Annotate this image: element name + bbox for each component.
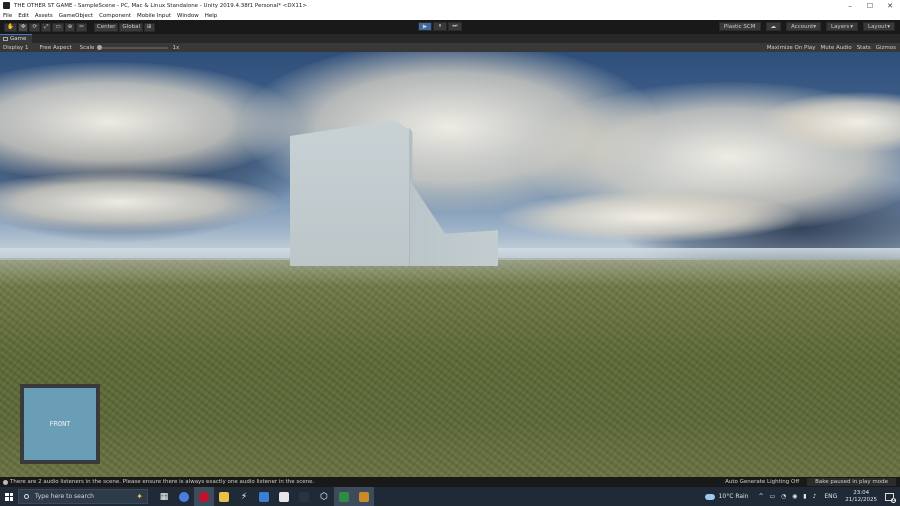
transform-tool-icon[interactable]: ⊕ xyxy=(64,22,76,32)
tab-bar: Game xyxy=(0,34,900,43)
display-dropdown[interactable]: Display 1 xyxy=(0,45,29,51)
cloud-icon[interactable]: ☁ xyxy=(765,22,782,31)
pivot-center-button[interactable]: Center xyxy=(93,22,119,32)
rect-tool-icon[interactable]: ▭ xyxy=(52,22,64,32)
opera-icon[interactable] xyxy=(194,487,214,506)
account-dropdown[interactable]: Account ▾ xyxy=(786,22,821,31)
windows-logo-icon xyxy=(5,492,13,501)
chevron-down-icon: ▾ xyxy=(887,23,890,30)
game-view-options: Maximize On Play Mute Audio Stats Gizmos xyxy=(762,45,896,51)
clock-date: 21/12/2025 xyxy=(845,496,877,503)
tab-game-label: Game xyxy=(10,36,27,42)
game-viewport[interactable]: FRONT xyxy=(0,52,900,477)
step-button[interactable]: ⏭ xyxy=(448,22,462,31)
mail-icon[interactable] xyxy=(254,487,274,506)
taskbar-apps: ▦ ⚡ ⬡ xyxy=(154,487,374,506)
game-view-icon xyxy=(3,37,8,41)
weather-cloud-icon xyxy=(704,493,715,500)
menu-mobile-input[interactable]: Mobile Input xyxy=(137,13,171,19)
menu-component[interactable]: Component xyxy=(99,13,131,19)
aspect-dropdown[interactable]: Free Aspect xyxy=(37,45,72,51)
search-placeholder: Type here to search xyxy=(35,493,94,500)
sparkle-icon: ✦ xyxy=(136,492,143,501)
wall-front xyxy=(290,120,410,266)
unity-hub-icon[interactable]: ⬡ xyxy=(314,487,334,506)
visual-studio-icon[interactable] xyxy=(334,487,354,506)
custom-tool-icon[interactable]: ✂ xyxy=(76,22,87,32)
layers-label: Layers xyxy=(831,23,850,30)
menu-help[interactable]: Help xyxy=(205,13,218,19)
scale-value: 1x xyxy=(172,44,180,51)
chrome-icon[interactable] xyxy=(174,487,194,506)
menu-edit[interactable]: Edit xyxy=(18,13,29,19)
play-button[interactable]: ▶ xyxy=(418,22,432,31)
task-view-icon[interactable]: ▦ xyxy=(154,487,174,506)
grass-ground xyxy=(0,260,900,477)
console-message[interactable]: There are 2 audio listeners in the scene… xyxy=(10,479,725,485)
clock-time: 23:04 xyxy=(853,489,870,496)
windows-taskbar: Type here to search ✦ ▦ ⚡ ⬡ 10°C Rain ^ … xyxy=(0,487,900,506)
menu-assets[interactable]: Assets xyxy=(35,13,53,19)
minimize-button[interactable]: – xyxy=(840,2,860,10)
scale-slider[interactable] xyxy=(97,44,169,50)
move-tool-icon[interactable]: ✥ xyxy=(17,22,29,32)
menu-window[interactable]: Window xyxy=(177,13,199,19)
system-tray: 10°C Rain ^ ▭ ◔ ◉ ▮ ♪ ENG 23:04 21/12/20… xyxy=(704,487,900,506)
chevron-down-icon: ▾ xyxy=(813,23,816,30)
search-icon xyxy=(24,494,29,499)
maximize-on-play-toggle[interactable]: Maximize On Play xyxy=(767,45,816,51)
hand-tool-icon[interactable]: ✋ xyxy=(4,22,17,32)
notification-icon[interactable]: 4 xyxy=(885,492,896,503)
scale-slider-handle[interactable] xyxy=(97,44,103,50)
unity-logo-icon xyxy=(3,2,10,9)
menu-bar: File Edit Assets GameObject Component Mo… xyxy=(0,11,900,20)
weather-widget[interactable]: 10°C Rain xyxy=(704,493,749,500)
file-explorer-icon[interactable] xyxy=(214,487,234,506)
toolbar-right: Plastic SCM ☁ Account ▾ Layers ▾ Layout ▾ xyxy=(715,22,896,31)
menu-file[interactable]: File xyxy=(3,13,12,19)
language-indicator[interactable]: ENG xyxy=(824,493,837,500)
plastic-scm-button[interactable]: Plastic SCM xyxy=(718,22,761,31)
bake-status: Bake paused in play mode xyxy=(807,478,896,486)
snap-icon[interactable]: ⊞ xyxy=(143,22,155,32)
stats-toggle[interactable]: Stats xyxy=(857,45,871,51)
close-button[interactable]: ✕ xyxy=(880,2,900,10)
scale-label: Scale xyxy=(79,44,95,51)
zap-app-icon[interactable]: ⚡ xyxy=(234,487,254,506)
hud-label: FRONT xyxy=(24,388,96,460)
menu-gameobject[interactable]: GameObject xyxy=(59,13,93,19)
gizmos-dropdown[interactable]: Gizmos xyxy=(876,45,896,51)
pivot-global-button[interactable]: Global xyxy=(119,22,143,32)
maximize-button[interactable]: ☐ xyxy=(860,2,880,10)
play-controls: ▶ ⏸ ⏭ xyxy=(418,22,463,31)
window-title: THE OTHER ST GAME - SampleScene - PC, Ma… xyxy=(14,2,308,9)
weather-text: 10°C Rain xyxy=(718,493,749,500)
account-label: Account xyxy=(791,23,814,30)
status-bar: There are 2 audio listeners in the scene… xyxy=(0,477,900,487)
tray-icons[interactable]: ^ ▭ ◔ ◉ ▮ ♪ xyxy=(759,493,819,500)
layout-dropdown[interactable]: Layout ▾ xyxy=(863,22,895,31)
layout-label: Layout xyxy=(868,23,887,30)
sky-cloud xyxy=(500,192,800,242)
chevron-down-icon: ▾ xyxy=(850,23,853,30)
main-toolbar: ✋ ✥ ⟳ ⤢ ▭ ⊕ ✂ Center Global ⊞ ▶ ⏸ ⏭ Plas… xyxy=(0,20,900,34)
clock[interactable]: 23:04 21/12/2025 xyxy=(845,490,877,504)
start-button[interactable] xyxy=(0,487,18,506)
layers-dropdown[interactable]: Layers ▾ xyxy=(826,22,858,31)
taskbar-search[interactable]: Type here to search ✦ xyxy=(18,489,148,504)
pause-button[interactable]: ⏸ xyxy=(433,22,447,31)
rotate-tool-icon[interactable]: ⟳ xyxy=(29,22,41,32)
scale-tool-icon[interactable]: ⤢ xyxy=(41,22,52,32)
lighting-status: Auto Generate Lighting Off xyxy=(725,479,800,485)
window-title-bar: THE OTHER ST GAME - SampleScene - PC, Ma… xyxy=(0,0,900,11)
tab-game[interactable]: Game xyxy=(0,34,33,43)
mute-audio-toggle[interactable]: Mute Audio xyxy=(821,45,852,51)
unity-editor-icon[interactable] xyxy=(354,487,374,506)
blank-app-icon[interactable] xyxy=(294,487,314,506)
hud-card[interactable]: FRONT xyxy=(20,384,100,464)
store-icon[interactable] xyxy=(274,487,294,506)
info-icon xyxy=(3,479,8,485)
notification-count: 4 xyxy=(891,497,896,503)
game-view-toolbar: Display 1 Free Aspect Scale 1x Maximize … xyxy=(0,43,900,52)
